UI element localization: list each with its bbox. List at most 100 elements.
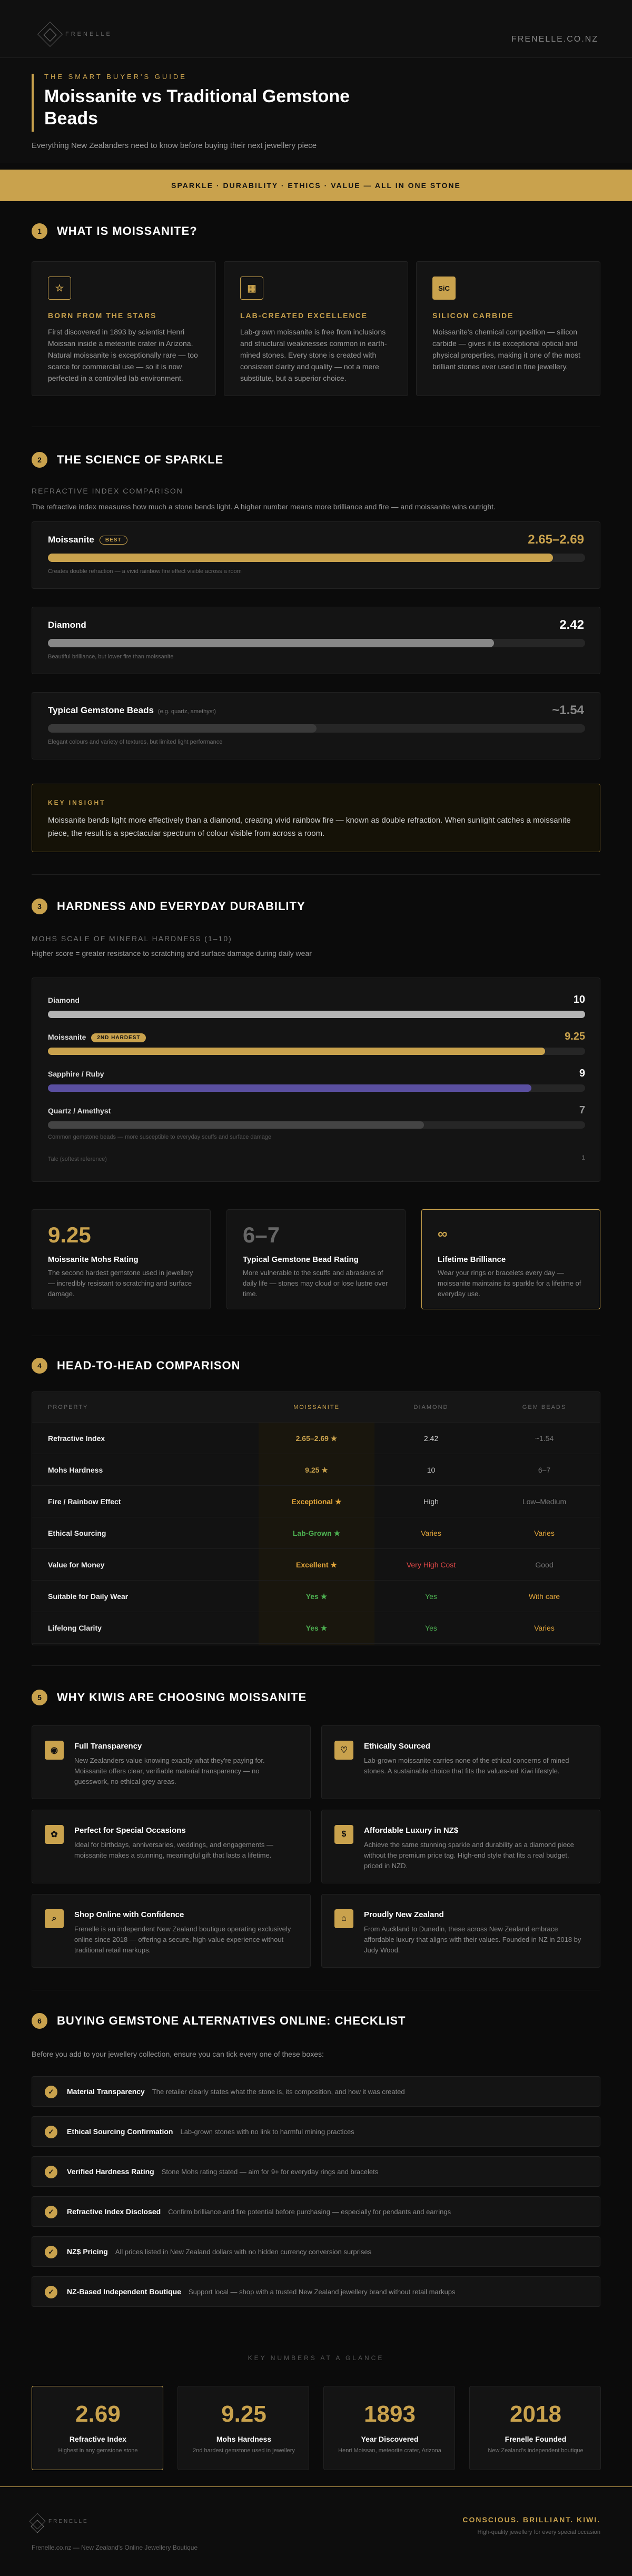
mohs-name-text: Quartz / Amethyst [48,1107,111,1115]
stat-label: Moissanite Mohs Rating [48,1255,139,1264]
info-card: SiC SILICON CARBIDE Moissanite's chemical … [416,261,600,396]
table-cell: 2.42 [423,1434,439,1443]
check-icon: ✓ [45,2126,57,2138]
checklist-text: Refractive Index Disclosed Confirm brilli… [67,2207,451,2216]
stat-card: 6–7 Typical Gemstone Bead Rating More vuln… [226,1209,406,1309]
ri-bar-track [48,639,585,647]
ri-row: Diamond 2.42 Beautiful brilliance, but low… [32,607,600,674]
checklist-item[interactable]: ✓ NZ$ Pricing All prices listed in New Zea… [32,2236,600,2267]
mohs-name: Moissanite 2ND HARDEST [48,1033,146,1042]
sic-icon: SiC [432,277,456,300]
table-cell: 6–7 [538,1466,551,1474]
why-card: ✿ Perfect for Special Occasions Ideal for … [32,1810,311,1883]
table-cell: 9.25 ★ [305,1465,328,1474]
checklist-desc: Lab-grown stones with no link to harmful… [180,2128,354,2136]
section-title: WHY KIWIS ARE CHOOSING MOISSANITE [57,1691,307,1704]
info-card: ☆ BORN FROM THE STARS First discovered in … [32,261,216,396]
key-numbers-label: KEY NUMBERS AT A GLANCE [248,2354,384,2362]
checklist-item[interactable]: ✓ Material Transparency The retailer clear… [32,2076,600,2107]
why-text: Achieve the same stunning sparkle and du… [364,1841,574,1870]
table-header-row: PROPERTY MOISSANITE DIAMOND GEM BEADS [32,1392,600,1423]
checklist-text: Verified Hardness Rating Stone Mohs ratin… [67,2167,378,2176]
logo[interactable]: FRENELLE [37,21,112,47]
mohs-row: Moissanite 2ND HARDEST 9.25 [48,1031,585,1059]
table-cell: Good [535,1561,554,1569]
table-cell: Lab-Grown ★ [292,1528,341,1537]
footer: FRENELLE Frenelle.co.nz — New Zealand's … [0,2486,632,2576]
why-text: New Zealanders value knowing exactly wha… [74,1756,265,1785]
ri-note: Elegant colours and variety of textures,… [48,739,223,745]
table-header-cell: DIAMOND [413,1404,449,1410]
table-cell: Yes ★ [305,1592,328,1601]
mohs-bar-fill [48,1121,424,1129]
footer-logo-text: FRENELLE [48,2518,88,2524]
mohs-row: Diamond 10 [48,994,585,1022]
why-title: Full Transparency [74,1742,142,1751]
hero: THE SMART BUYER'S GUIDE Moissanite vs Tr… [0,58,632,163]
section-1-header: 1 WHAT IS MOISSANITE? [32,223,197,239]
key-value: 2018 [510,2401,561,2427]
key-label: Mohs Hardness [216,2435,272,2443]
ri-description: The refractive index measures how much a… [32,502,496,511]
section-number: 1 [32,223,47,239]
checklist-item[interactable]: ✓ Verified Hardness Rating Stone Mohs rati… [32,2156,600,2187]
section-title: WHAT IS MOISSANITE? [57,224,197,238]
key-value: 9.25 [221,2401,266,2427]
section-4-header: 4 HEAD-TO-HEAD COMPARISON [32,1358,241,1374]
table-cell: Very High Cost [406,1561,456,1569]
key-number-card: 9.25 Mohs Hardness 2nd hardest gemstone us… [177,2386,309,2470]
table-cell: Refractive Index [48,1434,105,1443]
lab-icon: ▦ [240,277,263,300]
check-icon: ✓ [45,2166,57,2178]
card-text: Moissanite's chemical composition — sili… [432,328,580,371]
best-badge: BEST [99,536,127,545]
mohs-bar-track [48,1011,585,1018]
checklist-item[interactable]: ✓ Ethical Sourcing Confirmation Lab-grown … [32,2116,600,2147]
key-number-card: 2018 Frenelle Founded New Zealand's indepe… [469,2386,601,2470]
checklist-item[interactable]: ✓ NZ-Based Independent Boutique Support lo… [32,2276,600,2307]
table-cell: 10 [427,1466,436,1474]
section-number: 5 [32,1690,47,1705]
card-title: LAB-CREATED EXCELLENCE [240,311,368,320]
ri-bar-track [48,554,585,562]
table-cell: Yes ★ [305,1623,328,1632]
divider [32,1665,600,1666]
why-title: Shop Online with Confidence [74,1910,184,1919]
site-link[interactable]: FRENELLE.CO.NZ [511,35,598,44]
home-icon: ⌂ [334,1909,353,1928]
table-cell: Mohs Hardness [48,1466,103,1474]
hero-subtitle: Everything New Zealanders need to know b… [32,141,317,150]
feature-banner: SPARKLE · DURABILITY · ETHICS · VALUE — … [0,170,632,201]
mohs-name-text: Diamond [48,996,80,1004]
checklist-item[interactable]: ✓ Refractive Index Disclosed Confirm brill… [32,2196,600,2227]
section-number: 4 [32,1358,47,1374]
section-number: 6 [32,2013,47,2029]
ri-note: Creates double refraction — a vivid rain… [48,568,242,575]
mohs-description: Higher score = greater resistance to scr… [32,949,312,958]
check-icon: ✓ [45,2206,57,2218]
mohs-bar-fill [48,1048,545,1055]
ri-note: Beautiful brilliance, but lower fire tha… [48,654,174,660]
stat-value: ∞ [438,1226,448,1241]
mohs-name-text: Moissanite [48,1033,86,1041]
stat-text: More vulnerable to the scuffs and abrasi… [243,1269,388,1298]
checklist-text: NZ-Based Independent Boutique Support loc… [67,2287,456,2296]
table-cell: Suitable for Daily Wear [48,1592,129,1601]
table-cell: ~1.54 [535,1434,554,1443]
footer-logo[interactable]: FRENELLE [29,2513,88,2530]
ri-bar-track [48,724,585,733]
why-text: Lab-grown moissanite carries none of the… [364,1756,569,1775]
mohs-value: 1 [581,1154,585,1161]
why-card: $ Affordable Luxury in NZ$ Achieve the sam… [321,1810,600,1883]
mohs-row: Talc (softest reference) 1 [48,1154,585,1182]
table-row: Suitable for Daily Wear Yes ★ Yes With care [32,1581,600,1612]
why-title: Affordable Luxury in NZ$ [364,1826,459,1835]
table-cell: Varies [534,1529,555,1537]
key-sub: New Zealand's independent boutique [488,2447,584,2454]
page: { "header":{"logo_text":"FRENELLE","site… [0,0,632,2576]
checklist-title: Ethical Sourcing Confirmation [67,2127,173,2136]
mohs-row: Sapphire / Ruby 9 [48,1068,585,1096]
table-cell: 2.65–2.69 ★ [295,1434,338,1443]
comparison-table: PROPERTY MOISSANITE DIAMOND GEM BEADS Refrac… [32,1391,600,1645]
ri-name-text: Typical Gemstone Beads [48,705,154,715]
